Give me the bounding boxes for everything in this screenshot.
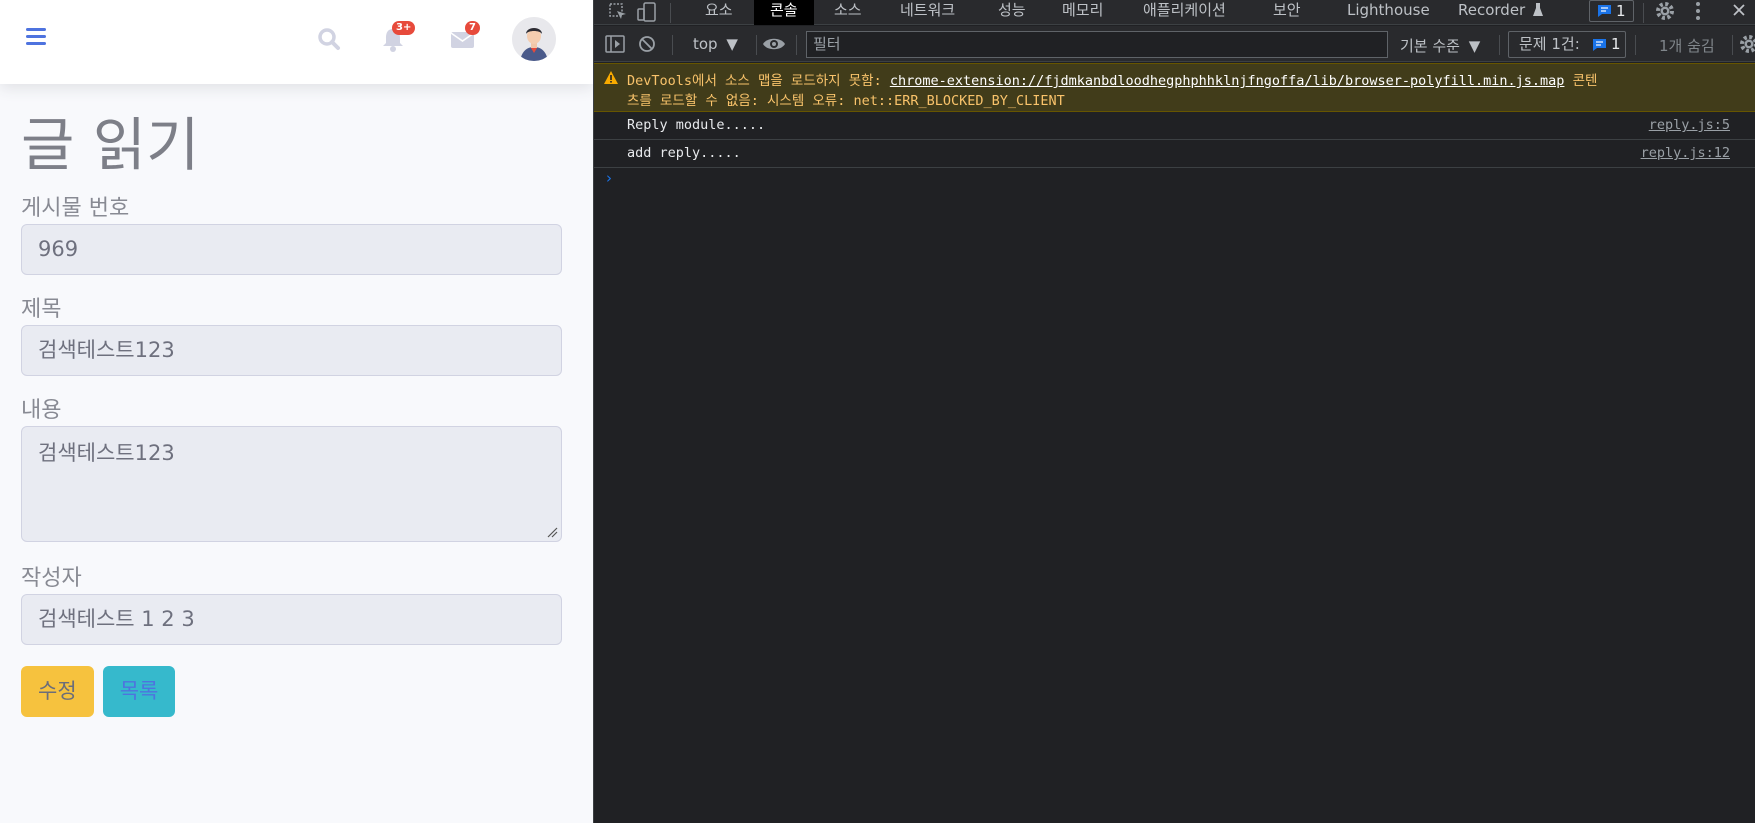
filter-input[interactable]: 필터 xyxy=(806,31,1388,58)
more-options-icon[interactable] xyxy=(1695,1,1701,21)
clear-console-icon[interactable] xyxy=(638,35,656,53)
search-icon xyxy=(318,28,340,50)
alerts-badge: 3+ xyxy=(392,21,416,35)
separator xyxy=(1635,35,1636,55)
topbar: 3+ 7 xyxy=(0,0,593,84)
button-row: 수정 목록 xyxy=(21,666,562,717)
tab-sources[interactable]: 소스 xyxy=(834,0,862,25)
content-text: 검색테스트123 xyxy=(38,441,175,465)
close-icon[interactable] xyxy=(1732,3,1746,17)
warning-prefix: DevTools에서 소스 맵을 로드하지 못함: xyxy=(627,73,890,89)
message-icon xyxy=(1598,5,1611,17)
content-label: 내용 xyxy=(21,398,62,423)
menu-icon-line xyxy=(26,42,46,45)
warning-message: DevTools에서 소스 맵을 로드하지 못함: chrome-extensi… xyxy=(594,63,1755,112)
messages-badge: 7 xyxy=(465,21,480,35)
web-page: 3+ 7 글 읽기 게시물 번호 969 제목 검색테스트123 내용 검색테스… xyxy=(0,0,593,823)
issues-label: 문제 1건: xyxy=(1519,35,1580,53)
main-content: 글 읽기 게시물 번호 969 제목 검색테스트123 내용 검색테스트123 … xyxy=(21,84,562,717)
page-title: 글 읽기 xyxy=(21,111,200,179)
separator xyxy=(1499,35,1500,55)
console-message-text: add reply..... xyxy=(627,145,741,161)
alerts-button[interactable]: 3+ xyxy=(376,21,416,56)
tab-network[interactable]: 네트워크 xyxy=(900,0,955,25)
tab-memory[interactable]: 메모리 xyxy=(1062,0,1103,25)
avatar-icon xyxy=(512,17,556,61)
issues-button[interactable]: 문제 1건: 1 xyxy=(1508,31,1626,58)
issues-count: 1 xyxy=(1611,35,1621,53)
warning-line-2: 츠를 로드할 수 없음: 시스템 오류: net::ERR_BLOCKED_BY… xyxy=(627,93,1065,109)
warning-line-1: DevTools에서 소스 맵을 로드하지 못함: chrome-extensi… xyxy=(627,69,1597,89)
menu-icon-line xyxy=(26,35,46,38)
separator xyxy=(672,35,673,55)
context-selector[interactable]: top ▼ xyxy=(693,35,738,53)
tab-recorder[interactable]: Recorder xyxy=(1458,0,1525,25)
warning-url-link[interactable]: chrome-extension://fjdmkanbdloodhegphphh… xyxy=(890,73,1565,89)
bno-label: 게시물 번호 xyxy=(21,196,130,221)
console-message-source-link[interactable]: reply.js:12 xyxy=(1641,145,1730,161)
tab-application[interactable]: 애플리케이션 xyxy=(1143,0,1226,25)
title-input[interactable]: 검색테스트123 xyxy=(21,325,562,376)
inspect-element-icon[interactable] xyxy=(608,2,628,22)
bno-input[interactable]: 969 xyxy=(21,224,562,275)
context-value: top xyxy=(693,35,718,53)
title-label: 제목 xyxy=(21,297,62,322)
issues-counter-button[interactable]: 1 xyxy=(1589,0,1634,22)
messages-button[interactable]: 7 xyxy=(446,21,480,56)
chevron-down-icon: ▼ xyxy=(1468,37,1481,55)
console-output: DevTools에서 소스 맵을 로드하지 못함: chrome-extensi… xyxy=(594,63,1755,192)
console-toolbar: top ▼ 필터 기본 수준 ▼ 문제 1건: 1 1개 숨김 xyxy=(594,26,1755,62)
writer-input[interactable]: 검색테스트 1 2 3 xyxy=(21,594,562,645)
tab-elements[interactable]: 요소 xyxy=(705,0,733,25)
console-message: add reply..... reply.js:12 xyxy=(594,140,1755,168)
issues-counter-count: 1 xyxy=(1616,2,1626,20)
console-message-source-link[interactable]: reply.js:5 xyxy=(1649,117,1730,133)
tab-console[interactable]: 콘솔 xyxy=(754,0,814,25)
flask-icon xyxy=(1532,2,1544,18)
content-textarea[interactable]: 검색테스트123 xyxy=(21,426,562,542)
user-avatar[interactable] xyxy=(512,17,556,61)
separator xyxy=(1643,3,1644,23)
devtools-panel: 요소 콘솔 소스 네트워크 성능 메모리 애플리케이션 보안 Lighthous… xyxy=(593,0,1755,823)
console-prompt[interactable]: › xyxy=(594,168,1755,192)
prompt-chevron-icon: › xyxy=(606,169,612,187)
tab-security[interactable]: 보안 xyxy=(1273,0,1301,25)
separator xyxy=(796,35,797,55)
log-level-dropdown[interactable]: 기본 수준 ▼ xyxy=(1400,35,1480,56)
live-expression-eye-icon[interactable] xyxy=(762,36,786,52)
resize-handle-icon[interactable] xyxy=(546,526,558,538)
warning-icon xyxy=(604,71,618,84)
writer-label: 작성자 xyxy=(21,566,82,591)
menu-icon-line xyxy=(26,28,46,31)
hidden-count: 1개 숨김 xyxy=(1659,37,1715,55)
list-button[interactable]: 목록 xyxy=(102,666,176,717)
sidebar-toggle-icon[interactable] xyxy=(605,35,625,53)
devtools-tab-bar: 요소 콘솔 소스 네트워크 성능 메모리 애플리케이션 보안 Lighthous… xyxy=(594,0,1755,25)
message-icon xyxy=(1593,39,1606,51)
modify-button[interactable]: 수정 xyxy=(21,666,94,717)
separator xyxy=(756,35,757,55)
sidebar-toggle-button[interactable] xyxy=(26,28,46,46)
search-button[interactable] xyxy=(312,22,346,56)
console-message-text: Reply module..... xyxy=(627,117,766,133)
separator xyxy=(670,3,671,23)
device-toolbar-icon[interactable] xyxy=(636,2,658,22)
chevron-down-icon: ▼ xyxy=(726,35,738,53)
warning-suffix: 콘텐 xyxy=(1564,73,1598,89)
separator xyxy=(1732,35,1733,55)
settings-gear-icon[interactable] xyxy=(1654,0,1676,22)
log-level-value: 기본 수준 xyxy=(1400,37,1460,55)
tab-lighthouse[interactable]: Lighthouse xyxy=(1347,0,1430,25)
console-settings-gear-icon[interactable] xyxy=(1738,33,1755,55)
console-message: Reply module..... reply.js:5 xyxy=(594,112,1755,140)
tab-performance[interactable]: 성능 xyxy=(998,0,1026,25)
